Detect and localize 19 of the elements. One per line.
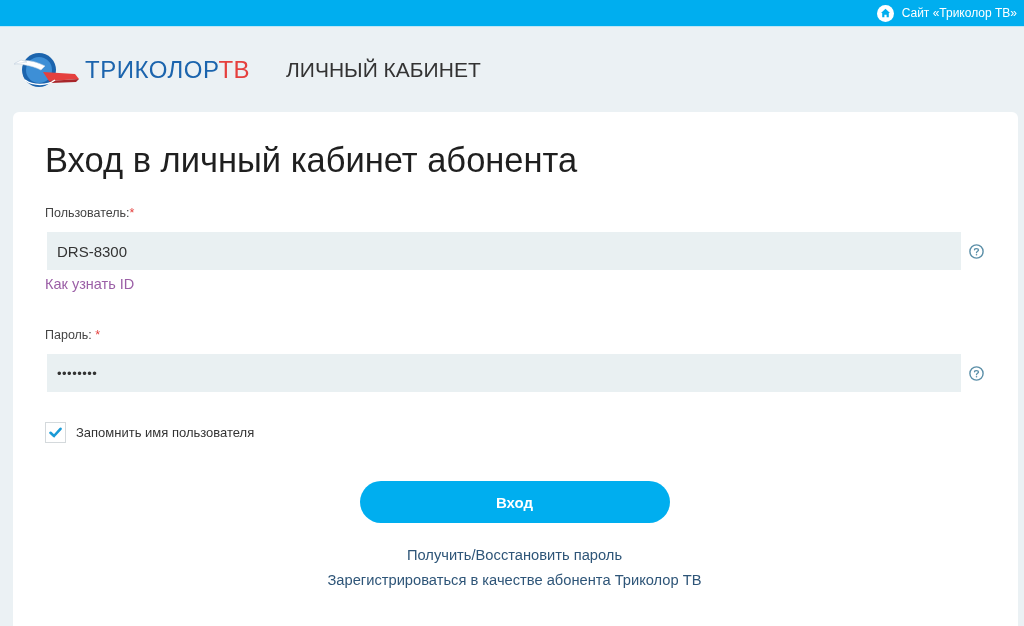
field-label: Пользователь:	[45, 205, 130, 221]
help-icon[interactable]	[969, 243, 984, 259]
required-mark: *	[95, 327, 101, 343]
home-icon	[876, 4, 894, 22]
help-icon[interactable]	[969, 365, 984, 381]
section-title: ЛИЧНЫЙ КАБИНЕТ	[286, 57, 481, 82]
page-title: Вход в личный кабинет абонента	[45, 140, 578, 180]
help-link[interactable]: Как узнать ID	[45, 275, 135, 293]
checkbox-label: Запомнить имя пользователя	[76, 425, 255, 440]
text-link[interactable]: Зарегистрироваться в качестве абонента Триколор ТВ	[327, 568, 702, 593]
text-link[interactable]: Получить/Восстановить пароль	[406, 543, 623, 568]
password-field[interactable]: ••••••••	[47, 354, 961, 392]
check-icon	[49, 427, 62, 438]
required-mark: *	[129, 205, 135, 221]
field-label: Пароль:	[45, 327, 93, 343]
logo-wordmark: ТРИКОЛОРТВ	[85, 55, 251, 84]
remember-checkbox[interactable]	[45, 422, 66, 443]
logo-globe-icon	[13, 51, 81, 88]
username-field[interactable]: DRS-8300	[47, 232, 961, 270]
